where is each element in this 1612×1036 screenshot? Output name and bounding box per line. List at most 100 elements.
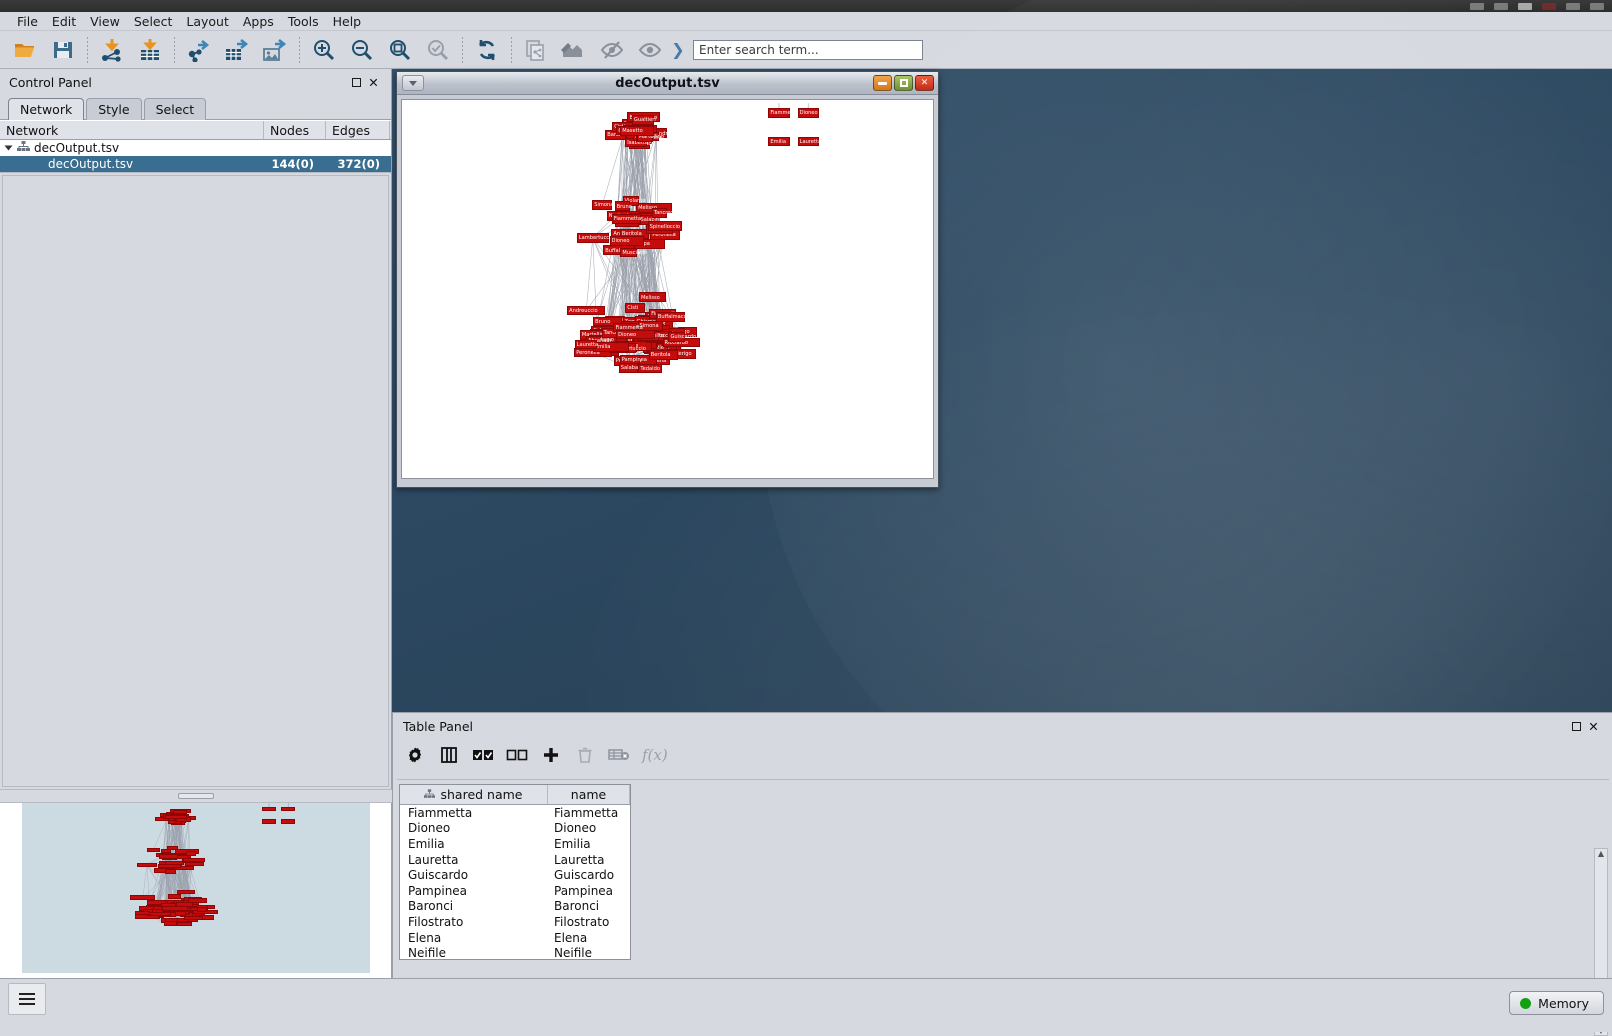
toolbar-overflow-arrow-icon[interactable]: ❯ [669,40,687,59]
graph-node[interactable] [162,906,187,910]
graph-node[interactable]: Fiammetta [612,214,641,224]
open-folder-icon[interactable] [6,33,44,67]
splitter-grip[interactable] [178,793,214,799]
network-tree-root[interactable]: decOutput.tsv [0,140,391,156]
add-column-icon[interactable] [535,741,567,769]
graph-node[interactable]: Fiammetta [768,108,789,118]
graph-node[interactable]: Simona [592,200,612,210]
delete-table-icon[interactable] [603,741,635,769]
graph-node[interactable] [262,819,276,823]
table-row[interactable]: NeifileNeifile [400,945,630,960]
table-row[interactable]: BaronciBaronci [400,899,630,915]
graph-node[interactable] [147,912,171,916]
menu-help[interactable]: Help [326,13,369,30]
control-panel-splitter[interactable] [0,789,392,803]
graph-node[interactable]: Gualtieri [632,115,655,125]
fit-network-icon[interactable] [381,33,419,67]
graph-node[interactable] [158,864,181,868]
node-table-grid[interactable]: shared name name FiammettaFiammettaDione… [399,784,631,960]
graph-node[interactable] [159,854,178,858]
graph-node[interactable] [135,911,149,915]
hide-selected-icon[interactable] [593,33,631,67]
zoom-in-icon[interactable] [305,33,343,67]
graph-node[interactable]: Lauretta [798,137,819,147]
graph-node[interactable]: Buffalmacco [656,312,685,322]
graph-node[interactable] [173,810,188,814]
table-row[interactable]: FiammettaFiammetta [400,805,630,821]
graph-node[interactable]: Lauretta [575,340,597,350]
hamburger-icon[interactable] [8,983,46,1015]
graph-node[interactable] [147,848,160,852]
show-all-icon[interactable] [631,33,669,67]
graph-node[interactable] [262,807,276,811]
graph-node[interactable]: Bruno [615,201,630,211]
menu-select[interactable]: Select [127,13,180,30]
minimize-icon[interactable] [873,75,892,91]
birds-eye-canvas[interactable] [22,803,370,973]
graph-node[interactable] [165,869,176,873]
table-row[interactable]: EmiliaEmilia [400,836,630,852]
new-network-from-selection-icon[interactable] [517,33,555,67]
network-window-titlebar[interactable]: decOutput.tsv ✕ [397,72,938,95]
column-header-shared-name[interactable]: shared name [400,785,548,804]
graph-node[interactable] [183,858,205,862]
graph-node[interactable]: Lambertuccio [577,233,609,243]
table-row[interactable]: ElenaElena [400,930,630,946]
graph-node[interactable] [197,907,208,911]
menu-apps[interactable]: Apps [236,13,281,30]
graph-node[interactable] [177,890,195,894]
export-network-icon[interactable] [180,33,218,67]
graph-node[interactable] [165,815,187,819]
close-icon[interactable]: ✕ [1585,718,1602,735]
graph-node[interactable]: Emilia [768,137,789,147]
graph-node[interactable]: Guiscardo [668,332,684,342]
tab-style[interactable]: Style [86,98,141,120]
graph-node[interactable] [184,916,203,920]
graph-node[interactable] [186,851,196,855]
table-row[interactable]: DioneoDioneo [400,821,630,837]
graph-node[interactable]: Andreuccio [567,306,605,316]
graph-node[interactable] [281,807,295,811]
graph-node[interactable]: Emilia [593,342,629,352]
graph-node[interactable]: Dioneo [616,330,654,340]
table-row[interactable]: GuiscardoGuiscardo [400,867,630,883]
menu-layout[interactable]: Layout [179,13,236,30]
graph-node[interactable] [161,849,171,853]
network-view-window[interactable]: decOutput.tsv ✕ FiammettaDioneoEmiliaLau… [396,71,939,488]
table-row[interactable]: FilostratoFilostrato [400,914,630,930]
export-table-icon[interactable] [218,33,256,67]
table-row[interactable]: LaurettaLauretta [400,852,630,868]
graph-node[interactable]: Spinelloccio [648,221,682,231]
column-header-edges[interactable]: Edges [326,121,390,139]
tab-select[interactable]: Select [144,98,207,120]
search-input[interactable] [693,40,923,60]
restore-icon[interactable] [1568,718,1585,735]
zoom-out-icon[interactable] [343,33,381,67]
fit-selected-icon[interactable] [419,33,457,67]
graph-node[interactable]: Beritola [649,350,678,360]
refresh-icon[interactable] [468,33,506,67]
network-tree-item-decoutput[interactable]: decOutput.tsv 144(0) 372(0) [0,156,391,172]
graph-node[interactable]: Pampinea [620,355,640,365]
expand-triangle-icon[interactable] [5,146,13,151]
column-header-name[interactable]: name [548,785,630,804]
close-icon[interactable]: ✕ [915,75,934,91]
menu-file[interactable]: File [10,13,45,30]
graph-node[interactable] [281,819,295,823]
graph-node[interactable]: Cisti [625,303,645,313]
export-image-icon[interactable] [256,33,294,67]
settings-gear-icon[interactable] [399,741,431,769]
scroll-up-arrow-icon[interactable]: ▲ [1598,849,1604,858]
home-icon[interactable] [555,33,593,67]
function-builder-icon[interactable]: f(x) [637,741,669,769]
column-layout-icon[interactable] [433,741,465,769]
table-row[interactable]: PampineaPampinea [400,883,630,899]
graph-node[interactable]: Melisso [639,292,666,302]
graph-node[interactable] [137,863,158,867]
graph-node[interactable] [165,918,178,922]
column-header-network[interactable]: Network [0,121,264,139]
close-icon[interactable]: ✕ [365,74,382,91]
column-header-nodes[interactable]: Nodes [264,121,326,139]
graph-node[interactable]: Dioneo [798,108,819,118]
graph-node[interactable]: Dioneo [610,236,644,246]
